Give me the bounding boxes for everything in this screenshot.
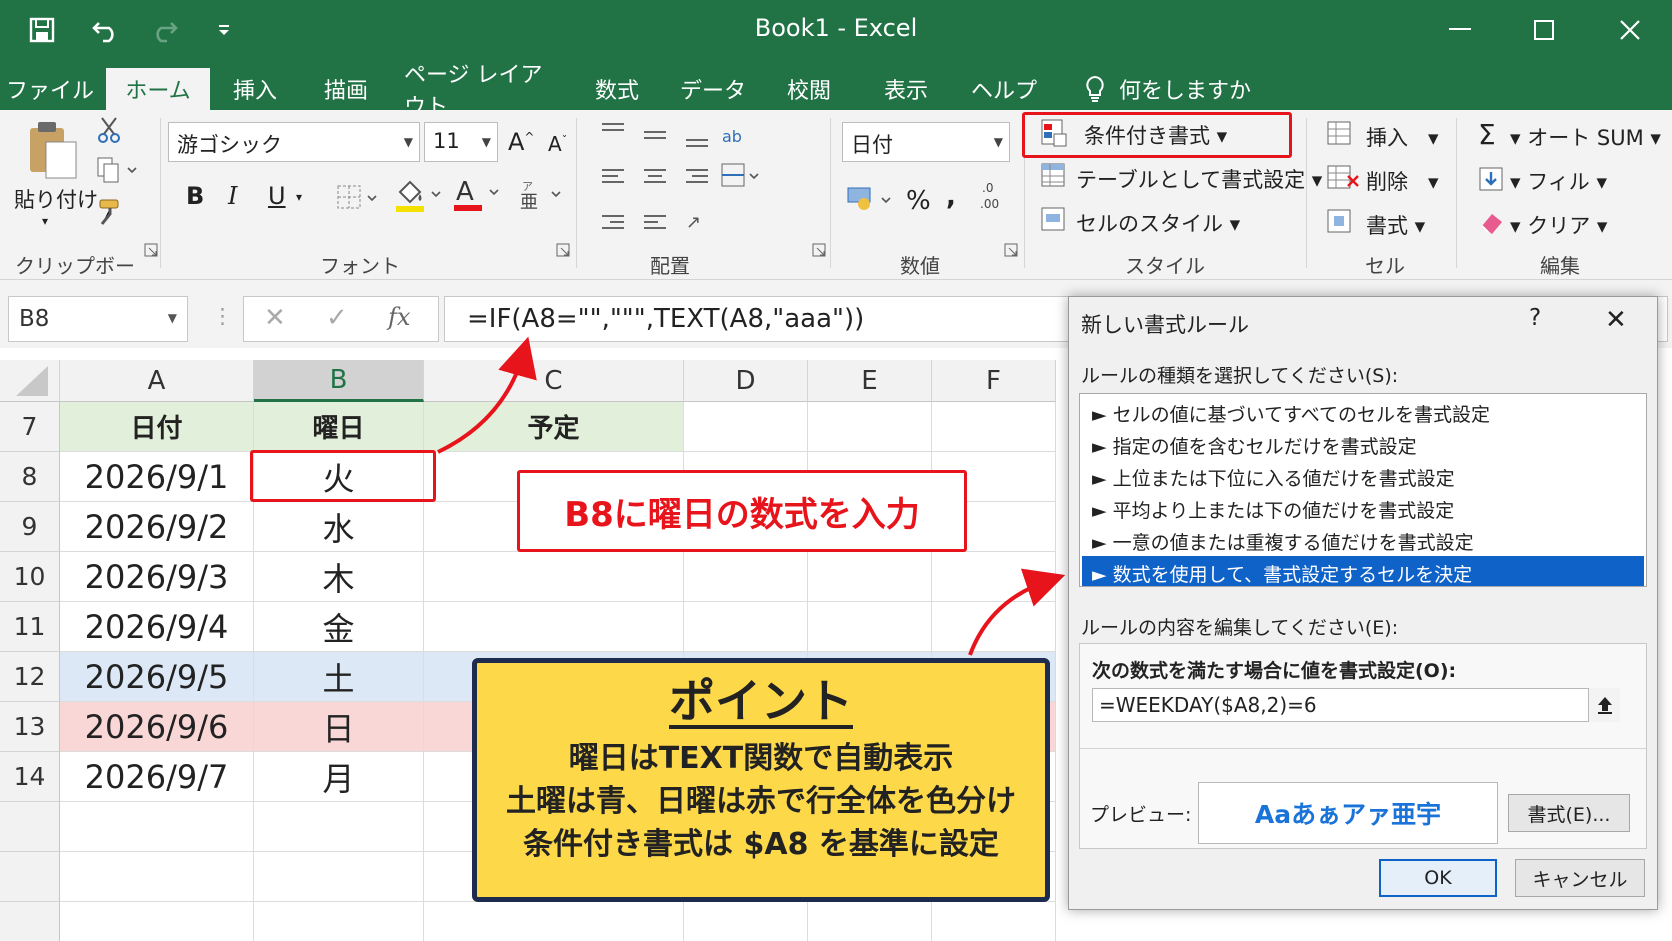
point-line: 曜日はTEXT関数で自動表示 bbox=[568, 741, 954, 777]
arrow-to-formula bbox=[437, 336, 537, 454]
excel-window: Book1 - Excel ファイル ホーム 挿入 描画 ページ レイアウト 数… bbox=[0, 0, 1672, 941]
rule-type-item-selected[interactable]: ► 数式を使用して、書式設定するセルを決定 bbox=[1082, 556, 1644, 586]
point-line: 土曜は青、日曜は赤で行全体を色分け bbox=[506, 784, 1016, 820]
cancel-button[interactable]: キャンセル bbox=[1515, 859, 1645, 897]
collapse-dialog-button[interactable] bbox=[1588, 688, 1620, 722]
rule-type-label: ルールの種類を選択してください(S): bbox=[1081, 365, 1399, 387]
rule-formula-input[interactable]: =WEEKDAY($A8,2)=6 bbox=[1092, 688, 1620, 722]
callout-b8-formula: B8に曜日の数式を入力 bbox=[517, 470, 967, 552]
rule-type-item[interactable]: ► セルの値に基づいてすべてのセルを書式設定 bbox=[1082, 396, 1644, 426]
dialog-close-button[interactable]: ✕ bbox=[1605, 305, 1627, 335]
rule-type-item[interactable]: ► 一意の値または重複する値だけを書式設定 bbox=[1082, 524, 1644, 554]
ok-button[interactable]: OK bbox=[1379, 859, 1497, 897]
point-line: 条件付き書式は $A8 を基準に設定 bbox=[523, 827, 999, 863]
arrow-to-dialog bbox=[968, 568, 1066, 656]
rule-type-item[interactable]: ► 上位または下位に入る値だけを書式設定 bbox=[1082, 460, 1644, 490]
divider bbox=[1080, 748, 1646, 749]
rule-description-box: 次の数式を満たす場合に値を書式設定(O): =WEEKDAY($A8,2)=6 … bbox=[1079, 643, 1647, 849]
format-preview: Aaあぁアァ亜宇 bbox=[1198, 782, 1498, 844]
new-formatting-rule-dialog: 新しい書式ルール ? ✕ ルールの種類を選択してください(S): ► セルの値に… bbox=[1068, 296, 1658, 910]
help-button[interactable]: ? bbox=[1529, 305, 1541, 331]
format-button[interactable]: 書式(E)... bbox=[1508, 794, 1630, 832]
rule-formula-value: =WEEKDAY($A8,2)=6 bbox=[1099, 693, 1317, 717]
rule-type-item[interactable]: ► 指定の値を含むセルだけを書式設定 bbox=[1082, 428, 1644, 458]
dialog-title: 新しい書式ルール bbox=[1081, 313, 1249, 337]
rule-type-item[interactable]: ► 平均より上または下の値だけを書式設定 bbox=[1082, 492, 1644, 522]
rule-type-list: ► セルの値に基づいてすべてのセルを書式設定 ► 指定の値を含むセルだけを書式設… bbox=[1079, 393, 1647, 587]
upload-arrow-icon bbox=[1597, 697, 1612, 714]
point-box: ポイント 曜日はTEXT関数で自動表示 土曜は青、日曜は赤で行全体を色分け 条件… bbox=[472, 658, 1050, 902]
point-title: ポイント bbox=[669, 674, 853, 730]
formula-condition-label: 次の数式を満たす場合に値を書式設定(O): bbox=[1092, 660, 1457, 682]
edit-rule-label: ルールの内容を編集してください(E): bbox=[1081, 617, 1399, 639]
preview-label: プレビュー: bbox=[1090, 804, 1192, 826]
